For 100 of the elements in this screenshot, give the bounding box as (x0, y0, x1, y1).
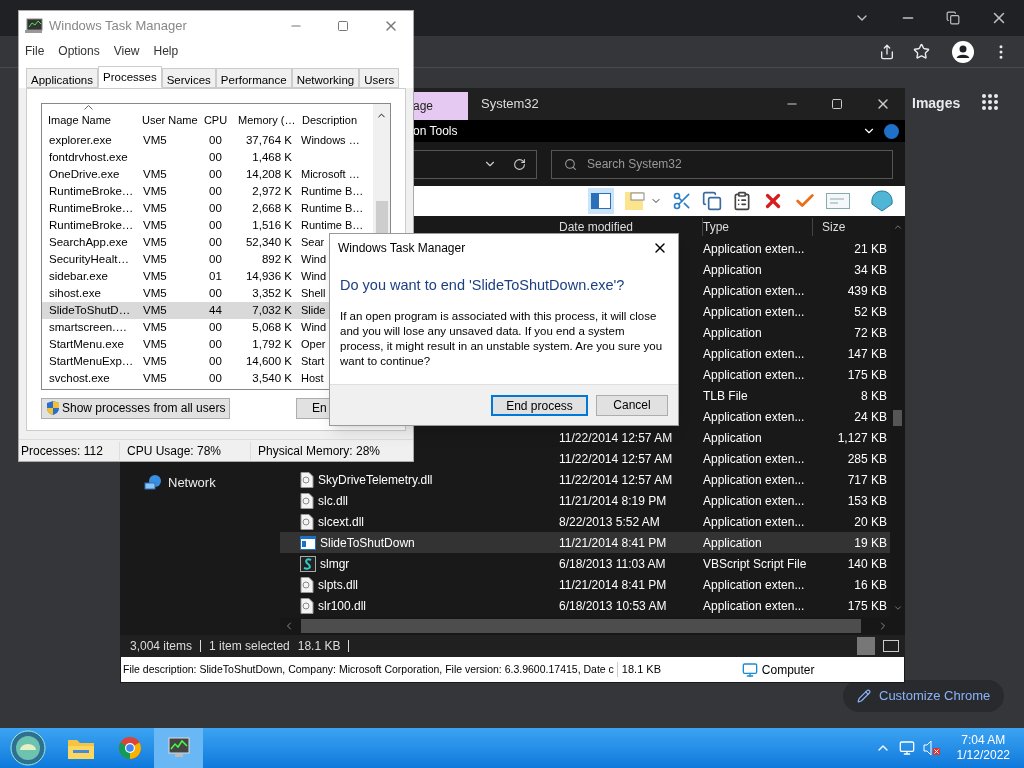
share-icon[interactable] (879, 43, 895, 60)
refresh-icon[interactable] (513, 157, 526, 171)
memory-cell-text: 52,340 K (244, 234, 293, 250)
file-row[interactable]: 11/22/2014 12:57 AM Application exten... 285 KB (559, 448, 887, 469)
size-cell-text: 175 KB (846, 366, 887, 384)
column-header[interactable]: Size (813, 218, 890, 236)
size-cell-text: 24 KB (853, 408, 887, 426)
description-cell-text: Slide (300, 303, 326, 316)
start-orb-icon[interactable] (10, 730, 46, 766)
date-cell: 8/22/2013 5:52 AM (559, 514, 660, 529)
profile-icon[interactable] (952, 40, 974, 63)
column-header[interactable]: Type (703, 218, 813, 236)
scrollbar-thumb[interactable] (893, 409, 902, 426)
maximize-icon[interactable] (831, 98, 843, 110)
tab[interactable]: Services (161, 67, 216, 88)
cpu-cell-text: 00 (208, 234, 223, 250)
cpu-cell-text: 00 (208, 166, 223, 182)
physical-memory: Physical Memory: 28% (257, 442, 381, 460)
column-header[interactable]: Description (296, 112, 373, 129)
file-row[interactable]: 11/22/2014 12:57 AM Application 1,127 KB (559, 427, 887, 448)
file-row[interactable]: SlideToShutDown 11/21/2014 8:41 PM Application 19 KB (280, 532, 890, 553)
selection-size: 18.1 KB (297, 638, 341, 655)
process-name: RuntimeBroke… (48, 200, 135, 216)
network-icon[interactable] (898, 740, 915, 756)
scroll-down-icon[interactable] (892, 603, 903, 613)
restore-icon[interactable] (946, 11, 960, 25)
process-name: svchost.exe (48, 370, 111, 386)
column-header[interactable]: Image Name (42, 112, 136, 129)
column-header[interactable]: CPU (199, 112, 232, 129)
customize-chrome-button[interactable]: Customize Chrome (843, 680, 1005, 712)
ribbon-tab[interactable]: on Tools (413, 122, 458, 140)
user-cell-text: VM5 (142, 184, 167, 197)
tab[interactable]: Applications (26, 67, 98, 88)
selection-count: 1 item selected (209, 638, 290, 655)
tiles-view-button[interactable] (883, 640, 899, 652)
process-row[interactable]: fontdrvhost.exe 00 1,468 K (42, 148, 373, 166)
menu-item[interactable]: Help (153, 41, 179, 60)
memory-cell-text: 2,668 K (251, 200, 293, 216)
file-row[interactable]: slr100.dll 6/18/2013 10:53 AM Application exten... 175 KB (280, 595, 890, 616)
show-all-users-button[interactable]: Show processes from all users (41, 397, 231, 419)
date-cell: 11/22/2014 12:57 AM (559, 430, 673, 445)
maximize-icon[interactable] (337, 19, 349, 32)
taskbar-button[interactable] (154, 728, 203, 768)
menu-item[interactable]: View (113, 41, 140, 60)
sort-caret-icon[interactable] (84, 104, 93, 110)
clipboard-icon[interactable] (732, 191, 752, 211)
tab[interactable]: Performance (215, 67, 292, 88)
description-cell-text: Runtime B… (300, 201, 364, 214)
column-header[interactable]: User Name (136, 112, 199, 129)
file-row[interactable]: slcext.dll 8/22/2013 5:52 AM Application exten... 20 KB (280, 511, 890, 532)
size-cell-text: 20 KB (853, 513, 887, 531)
scissors-icon[interactable] (672, 191, 692, 211)
preview-pane-button[interactable] (588, 188, 614, 214)
tab[interactable]: Networking (291, 67, 360, 88)
file-row[interactable]: slc.dll 11/21/2014 8:19 PM Application exten... 153 KB (280, 490, 890, 511)
size-cell-text: 21 KB (853, 240, 887, 258)
nav-item[interactable]: Network (144, 471, 280, 495)
dialog-button[interactable]: Cancel (596, 394, 668, 416)
size-cell-text: 140 KB (846, 555, 887, 573)
user-cell-text: VM5 (142, 354, 167, 367)
column-header[interactable]: Memory (… (232, 112, 296, 129)
file-row[interactable]: SkyDriveTelemetry.dll 11/22/2014 12:57 AM Application exten... 717 KB (280, 469, 890, 490)
process-row[interactable]: OneDrive.exe VM5 00 14,208 K Microsoft … (42, 165, 373, 183)
memory-cell-text: 3,540 K (251, 370, 293, 386)
menu-item[interactable]: File (25, 41, 45, 60)
user-cell-text: VM5 (142, 167, 167, 180)
process-row[interactable]: explorer.exe VM5 00 37,764 K Windows … (42, 131, 373, 149)
description-cell-text: Wind (300, 252, 327, 265)
size-cell-text: 72 KB (853, 324, 887, 342)
process-row[interactable]: RuntimeBroke… VM5 00 2,668 K Runtime B… (42, 199, 373, 217)
browser-logo-icon (117, 736, 142, 760)
type-cell-text: Application exten... (703, 492, 806, 510)
size-cell-text: 34 KB (853, 261, 887, 279)
user-cell-text: VM5 (142, 235, 167, 248)
user-cell-text: VM5 (142, 252, 167, 265)
process-row[interactable]: RuntimeBroke… VM5 00 1,516 K Runtime B… (42, 216, 373, 234)
dialog-button[interactable]: End process (491, 394, 588, 416)
network-globe-icon (144, 474, 162, 492)
shield-icon (46, 400, 60, 417)
file-row[interactable]: slpts.dll 11/21/2014 8:41 PM Application exten... 16 KB (280, 574, 890, 595)
file-row[interactable]: slmgr 6/18/2013 11:03 AM VBScript Script File 140 KB (280, 553, 890, 574)
script-icon (300, 555, 316, 572)
tab[interactable]: Users (359, 67, 400, 88)
images-link[interactable]: Images (912, 93, 961, 114)
shell-icon[interactable] (870, 190, 894, 212)
help-icon[interactable] (884, 123, 899, 139)
bookmark-star-icon[interactable] (913, 43, 930, 60)
clock-date[interactable]: 1/12/2022 (956, 748, 1010, 763)
menu-item[interactable]: Options (58, 41, 100, 60)
tab[interactable]: Processes (98, 65, 162, 88)
monitor-icon (165, 736, 192, 760)
scroll-up-icon[interactable] (892, 222, 903, 232)
size-cell-text: 8 KB (860, 387, 887, 405)
scrollbar-thumb[interactable] (301, 619, 861, 633)
copy-icon[interactable] (702, 191, 722, 211)
muted-speaker-icon[interactable] (922, 740, 941, 756)
search-field[interactable]: Search System32 (551, 149, 893, 179)
apps-grid-icon[interactable] (981, 93, 999, 111)
process-row[interactable]: RuntimeBroke… VM5 00 2,972 K Runtime B… (42, 182, 373, 200)
dialog-heading: Do you want to end 'SlideToShutDown.exe'? (339, 276, 626, 295)
